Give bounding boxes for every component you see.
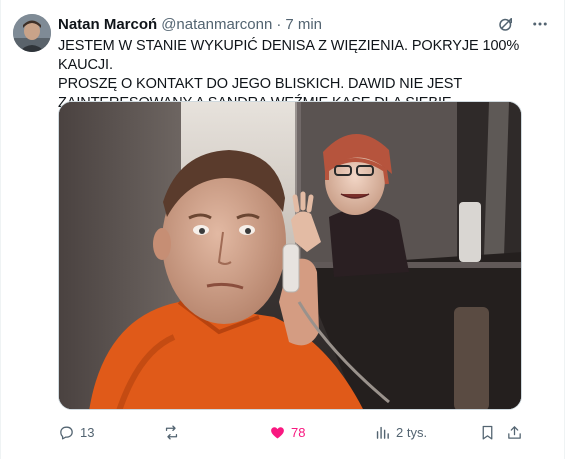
reply-count: 13: [80, 424, 95, 440]
avatar-image: [13, 14, 51, 52]
author-avatar[interactable]: [13, 14, 51, 52]
tweet-action-bar: 13 78 2 tys.: [58, 421, 524, 443]
tweet-timestamp[interactable]: 7 min: [285, 16, 322, 33]
header-separator: ·: [276, 15, 282, 33]
heart-icon: [271, 426, 284, 439]
views-count: 2 tys.: [396, 424, 428, 440]
author-name[interactable]: Natan Marcoń: [58, 16, 157, 33]
more-dots-icon: [533, 22, 547, 26]
grok-button[interactable]: [496, 14, 516, 34]
bookmark-button[interactable]: [479, 421, 496, 443]
bookmark-icon: [482, 425, 493, 440]
tweet-media-photo[interactable]: [58, 101, 522, 410]
repost-arrows-icon: [165, 424, 178, 440]
like-count: 78: [291, 424, 306, 440]
views-button[interactable]: 2 tys.: [374, 421, 427, 443]
bar-chart-icon: [376, 426, 389, 439]
header-actions: [496, 14, 550, 34]
share-button[interactable]: [506, 421, 523, 443]
more-button[interactable]: [530, 14, 550, 34]
media-image: [59, 102, 521, 409]
tweet-card[interactable]: Natan Marcoń @natanmarconn · 7 min JESTE…: [0, 0, 565, 459]
reply-button[interactable]: 13: [58, 421, 94, 443]
speech-bubble-icon: [60, 426, 73, 440]
author-handle[interactable]: @natanmarconn: [161, 16, 272, 33]
like-button[interactable]: 78: [269, 421, 305, 443]
repost-button[interactable]: [163, 421, 185, 443]
grok-icon: [499, 18, 512, 31]
share-upload-icon: [508, 425, 521, 439]
tweet-header: Natan Marcoń @natanmarconn · 7 min: [58, 14, 550, 34]
